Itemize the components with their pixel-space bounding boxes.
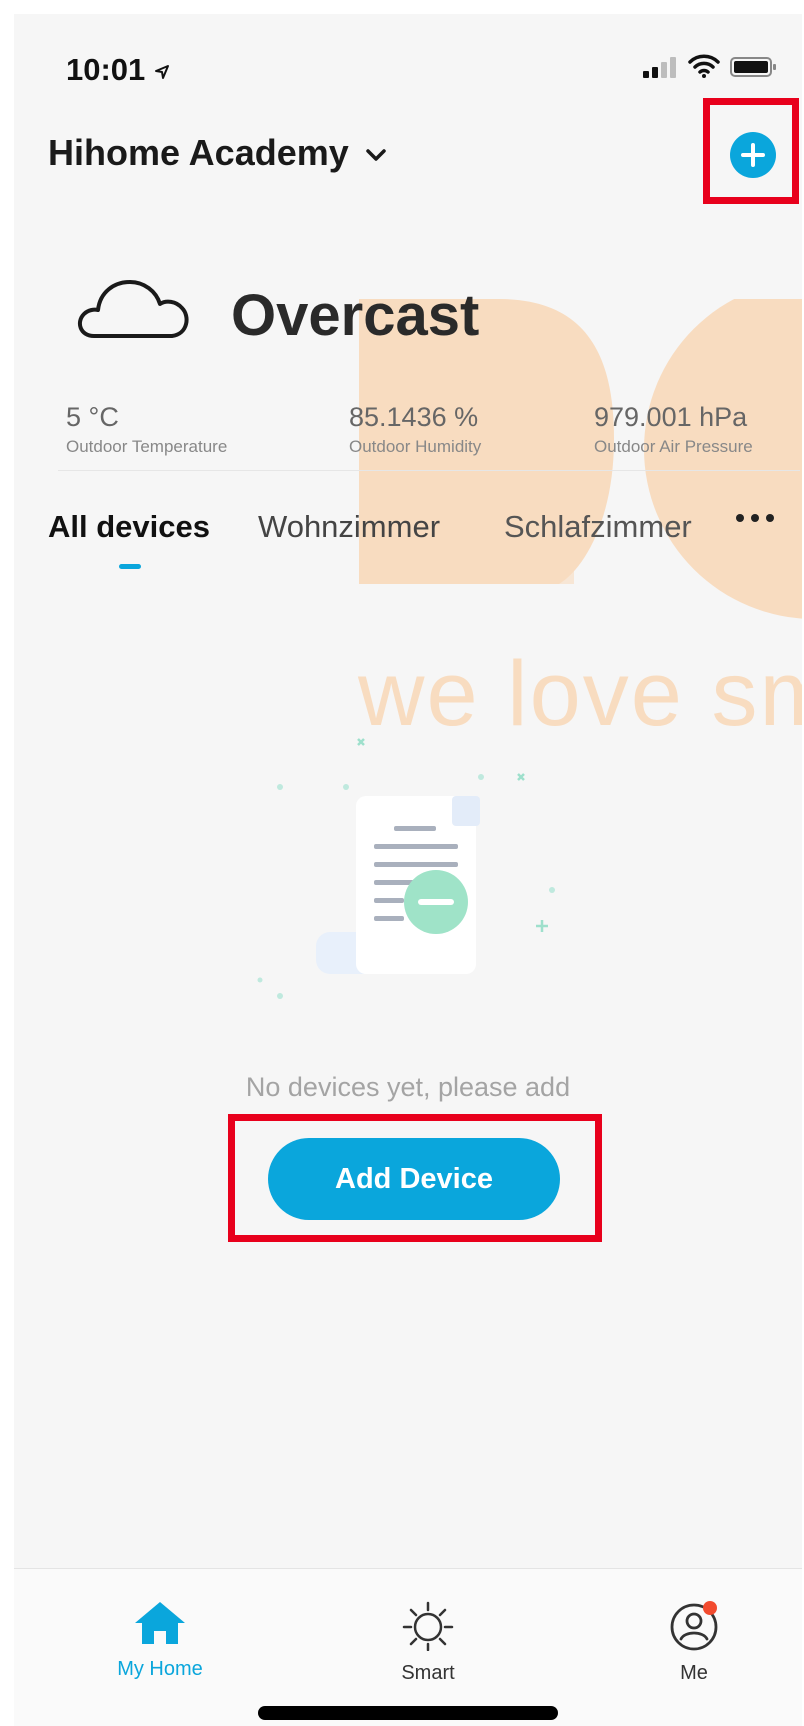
time-text: 10:01: [66, 52, 146, 87]
tab-indicator: [119, 564, 141, 569]
bottom-nav: My Home Smart Me: [14, 1568, 802, 1726]
wifi-icon: [687, 54, 720, 78]
nav-my-home[interactable]: My Home: [90, 1599, 230, 1681]
chevron-down-icon: [366, 149, 386, 162]
nav-label: My Home: [117, 1658, 203, 1680]
signal-icon: [643, 57, 677, 78]
stat-humidity: 85.1436 % Outdoor Humidity: [349, 402, 481, 457]
nav-label: Smart: [401, 1662, 455, 1684]
tab-all-devices[interactable]: All devices: [48, 509, 210, 545]
stat-temperature: 5 °C Outdoor Temperature: [66, 402, 227, 457]
nav-me[interactable]: Me: [624, 1599, 764, 1685]
stat-value: 85.1436 %: [349, 402, 479, 432]
battery-icon: [730, 57, 776, 77]
stat-label: Outdoor Air Pressure: [594, 437, 753, 456]
location-arrow-icon: [154, 64, 169, 79]
sun-icon: [402, 1601, 454, 1652]
stat-label: Outdoor Humidity: [349, 437, 482, 456]
home-name: Hihome Academy: [48, 132, 349, 173]
stat-air-pressure: 979.001 hPa Outdoor Air Pressure: [594, 402, 753, 457]
empty-document-icon: [257, 738, 555, 999]
weather-condition: Overcast: [231, 283, 480, 348]
nav-smart[interactable]: Smart: [358, 1599, 498, 1685]
tab-schlafzimmer[interactable]: Schlafzimmer: [504, 509, 692, 545]
tab-wohnzimmer[interactable]: Wohnzimmer: [258, 509, 440, 545]
cloud-icon: [77, 280, 189, 338]
more-dots-icon[interactable]: [734, 512, 776, 524]
status-bar: 10:01: [14, 14, 802, 124]
nav-label: Me: [680, 1662, 708, 1684]
app-screen: we love sm 10:01 Hihome Academy Overcast…: [14, 14, 802, 1726]
add-device-button[interactable]: Add Device: [268, 1138, 560, 1220]
stat-value: 5 °C: [66, 402, 119, 432]
add-button[interactable]: [730, 132, 776, 178]
empty-state-message: No devices yet, please add: [245, 1072, 571, 1102]
stat-label: Outdoor Temperature: [66, 437, 228, 456]
home-selector[interactable]: Hihome Academy: [48, 132, 387, 174]
plus-icon: [741, 143, 765, 167]
profile-icon: [670, 1601, 718, 1651]
status-time: 10:01: [66, 52, 170, 88]
status-icons: [643, 54, 778, 83]
home-icon: [135, 1602, 185, 1644]
stat-value: 979.001 hPa: [594, 402, 748, 432]
home-indicator: [258, 1706, 558, 1720]
notification-badge: [703, 1601, 717, 1615]
divider: [58, 470, 800, 471]
